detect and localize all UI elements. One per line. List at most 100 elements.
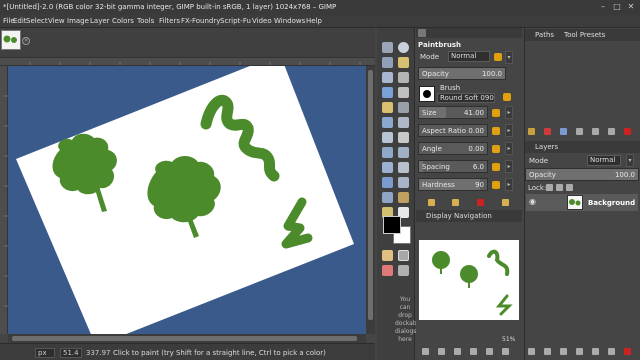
mode-dropdown-arrow[interactable]: ▾	[505, 51, 513, 64]
layers-mode-arrow[interactable]: ▾	[626, 154, 634, 167]
zoom-fit-icon[interactable]	[454, 348, 461, 355]
spacing-reset-icon[interactable]	[492, 163, 500, 171]
close-button[interactable]: ✕	[626, 2, 636, 12]
menu-filters[interactable]: Filters	[159, 17, 180, 25]
layers-opacity-slider[interactable]: Opacity 100.0	[525, 168, 639, 181]
hardness-slider[interactable]: Hardness 90	[418, 178, 488, 191]
duplicate-layer-icon[interactable]	[592, 348, 599, 355]
new-layer-group-icon[interactable]	[544, 348, 551, 355]
scissors-tool-icon[interactable]	[398, 72, 409, 83]
menu-layer[interactable]: Layer	[90, 17, 110, 25]
select-by-color-tool-icon[interactable]	[382, 72, 393, 83]
image-canvas[interactable]	[8, 66, 366, 334]
foreground-color-swatch[interactable]	[383, 216, 401, 234]
lock-position-icon[interactable]	[556, 184, 563, 191]
path-to-selection-icon[interactable]	[592, 128, 599, 135]
warp-tool-icon[interactable]	[398, 177, 409, 188]
aspect-slider[interactable]: Aspect Ratio 0.00	[418, 124, 488, 137]
shrink-wrap-icon[interactable]	[486, 348, 493, 355]
lock-alpha-icon[interactable]	[566, 184, 573, 191]
rect-select-tool-icon[interactable]	[382, 42, 393, 53]
save-options-icon[interactable]	[428, 199, 435, 206]
menu-view[interactable]: View	[48, 17, 65, 25]
aspect-arrow[interactable]: ▸	[505, 124, 513, 137]
hardness-arrow[interactable]: ▸	[505, 178, 513, 191]
fuzzy-select-tool-icon[interactable]	[398, 57, 409, 68]
zoom-select[interactable]: 51.4	[60, 348, 82, 358]
lock-pixels-icon[interactable]	[546, 184, 553, 191]
maximize-button[interactable]: □	[612, 2, 622, 12]
zoom-tool-icon[interactable]	[382, 102, 393, 113]
unit-select[interactable]: px	[35, 348, 55, 358]
angle-arrow[interactable]: ▸	[505, 142, 513, 155]
menu-image[interactable]: Image	[67, 17, 89, 25]
navigation-preview[interactable]	[419, 240, 519, 320]
new-path-icon[interactable]	[528, 128, 535, 135]
spacing-arrow[interactable]: ▸	[505, 160, 513, 173]
tab-close-icon[interactable]: ×	[22, 37, 30, 45]
delete-layer-icon[interactable]	[624, 348, 631, 355]
free-select-tool-icon[interactable]	[382, 57, 393, 68]
menu-help[interactable]: Help	[306, 17, 322, 25]
paths-tool-icon[interactable]	[382, 87, 393, 98]
layers-mode-select[interactable]: Normal	[587, 155, 621, 166]
raise-path-icon[interactable]	[544, 128, 551, 135]
reset-options-icon[interactable]	[502, 199, 509, 206]
menu-edit[interactable]: Edit	[13, 17, 27, 25]
image-thumbnail[interactable]	[1, 30, 21, 50]
move-tool-icon[interactable]	[382, 117, 393, 128]
opacity-slider[interactable]: Opacity 100.0	[418, 67, 506, 80]
menu-select[interactable]: Select	[26, 17, 48, 25]
zoom-in-icon[interactable]	[438, 348, 445, 355]
zoom-100-icon[interactable]	[470, 348, 477, 355]
measure-tool-icon[interactable]	[398, 102, 409, 113]
stroke-path-icon[interactable]	[608, 128, 615, 135]
scale-tool-icon[interactable]	[382, 147, 393, 158]
tab-paths[interactable]: Paths	[535, 31, 554, 39]
mode-select[interactable]: Normal	[448, 51, 490, 62]
duplicate-path-icon[interactable]	[576, 128, 583, 135]
lower-layer-icon[interactable]	[576, 348, 583, 355]
hardness-reset-icon[interactable]	[492, 181, 500, 189]
menu-video[interactable]: Video	[252, 17, 272, 25]
anchor-layer-icon[interactable]	[608, 348, 615, 355]
vertical-scrollbar[interactable]	[366, 66, 375, 334]
color-picker-tool-icon[interactable]	[398, 87, 409, 98]
rotate-tool-icon[interactable]	[398, 132, 409, 143]
brush-preview[interactable]	[419, 86, 435, 102]
lower-path-icon[interactable]	[560, 128, 567, 135]
new-layer-icon[interactable]	[528, 348, 535, 355]
menu-windows[interactable]: Windows	[274, 17, 305, 25]
tool-options-tab-icon[interactable]	[418, 29, 426, 37]
tab-layers[interactable]: Layers	[535, 143, 558, 151]
airbrush-tool-icon[interactable]	[398, 250, 409, 261]
menu-script-fu[interactable]: Script-Fu	[220, 17, 251, 25]
ink-tool-icon[interactable]	[398, 265, 409, 276]
aspect-reset-icon[interactable]	[492, 127, 500, 135]
raise-layer-icon[interactable]	[560, 348, 567, 355]
angle-reset-icon[interactable]	[492, 145, 500, 153]
shear-tool-icon[interactable]	[398, 147, 409, 158]
brush-edit-icon[interactable]	[503, 93, 511, 101]
reset-mode-icon[interactable]	[494, 53, 502, 61]
navigation-tab-label[interactable]: Display Navigation	[426, 212, 492, 220]
align-tool-icon[interactable]	[398, 117, 409, 128]
size-arrow[interactable]: ▸	[505, 106, 513, 119]
fill-window-icon[interactable]	[502, 348, 509, 355]
hscroll-thumb[interactable]	[12, 336, 357, 341]
tab-tool-presets[interactable]: Tool Presets	[564, 31, 605, 39]
layer-visibility-eye-icon[interactable]: ◉	[529, 198, 538, 206]
vscroll-thumb[interactable]	[368, 70, 373, 320]
paintbrush-tool-icon[interactable]	[382, 250, 393, 261]
menu-tools[interactable]: Tools	[137, 17, 154, 25]
angle-slider[interactable]: Angle 0.00	[418, 142, 488, 155]
eraser-tool-icon[interactable]	[382, 265, 393, 276]
perspective-tool-icon[interactable]	[382, 162, 393, 173]
cage-tool-icon[interactable]	[382, 177, 393, 188]
delete-options-icon[interactable]	[477, 199, 484, 206]
menu-fx-foundry[interactable]: FX-Foundry	[181, 17, 220, 25]
brush-name-field[interactable]: Round Soft 090	[437, 93, 495, 103]
menu-colors[interactable]: Colors	[112, 17, 134, 25]
crop-tool-icon[interactable]	[382, 132, 393, 143]
bucket-fill-tool-icon[interactable]	[398, 192, 409, 203]
